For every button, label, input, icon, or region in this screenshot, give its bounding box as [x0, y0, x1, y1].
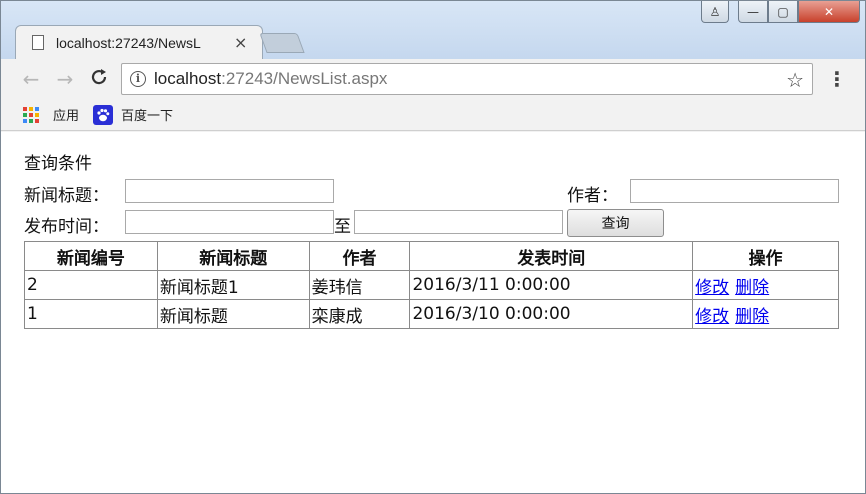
- back-arrow-icon[interactable]: ←: [19, 67, 43, 91]
- cell-actions: 修改 删除: [692, 270, 839, 300]
- publish-time-label: 发布时间：: [24, 217, 109, 237]
- cell-title: 新闻标题: [156, 299, 310, 329]
- cell-id: 1: [24, 299, 158, 329]
- cell-time: 2016/3/11 0:00:00: [409, 270, 694, 300]
- time-from-input[interactable]: [125, 210, 334, 234]
- apps-grid-dot: [29, 118, 33, 123]
- table-header-row: 新闻编号 新闻标题 作者 发表时间 操作: [24, 241, 839, 271]
- new-tab-button[interactable]: [259, 33, 305, 53]
- apps-grid-dot: [29, 106, 33, 111]
- header-news-id: 新闻编号: [24, 241, 158, 271]
- cell-author: 姜玮信: [308, 270, 411, 300]
- bookmark-apps[interactable]: 应用: [23, 105, 79, 124]
- apps-grid-icon: [23, 106, 39, 123]
- reload-glyph: [91, 69, 107, 85]
- apps-grid-dot: [23, 112, 27, 117]
- address-bar[interactable]: i localhost:27243/NewsList.aspx ☆: [121, 63, 813, 95]
- minimize-button[interactable]: —: [738, 1, 768, 23]
- url-path: :27243/NewsList.aspx: [221, 69, 388, 88]
- reload-icon[interactable]: [87, 67, 111, 91]
- page-content: 查询条件 新闻标题： 作者： 发布时间： 至 查询 新闻编号 新闻标题 作者 发…: [1, 132, 865, 493]
- browser-window: ♙ — ▢ ✕ localhost:27243/NewsL × ← → i lo…: [0, 0, 866, 494]
- title-bar: ♙ — ▢ ✕ localhost:27243/NewsL ×: [1, 1, 865, 61]
- document-icon: [32, 35, 44, 50]
- news-title-label: 新闻标题：: [24, 186, 109, 206]
- menu-icon[interactable]: ⋮: [827, 67, 847, 91]
- apps-grid-dot: [35, 106, 39, 111]
- header-actions: 操作: [692, 241, 839, 271]
- apps-grid-dot: [35, 118, 39, 123]
- close-window-button[interactable]: ✕: [798, 1, 860, 23]
- apps-grid-dot: [23, 106, 27, 111]
- tab-active[interactable]: localhost:27243/NewsL ×: [15, 25, 263, 59]
- query-button[interactable]: 查询: [567, 209, 664, 237]
- star-icon[interactable]: ☆: [786, 68, 804, 92]
- bookmarks-bar: 应用 百度一下: [1, 99, 865, 131]
- header-news-title: 新闻标题: [156, 241, 310, 271]
- apps-grid-dot: [35, 112, 39, 117]
- edit-link[interactable]: 修改: [695, 278, 729, 298]
- header-publish-time: 发表时间: [409, 241, 694, 271]
- info-icon[interactable]: i: [130, 71, 146, 87]
- cell-id: 2: [24, 270, 158, 300]
- cell-title: 新闻标题1: [156, 270, 310, 300]
- user-icon[interactable]: ♙: [701, 1, 729, 23]
- table-row: 1 新闻标题 栾康成 2016/3/10 0:00:00 修改 删除: [24, 299, 839, 329]
- table-row: 2 新闻标题1 姜玮信 2016/3/11 0:00:00 修改 删除: [24, 270, 839, 300]
- author-label: 作者：: [567, 186, 618, 206]
- header-author: 作者: [308, 241, 411, 271]
- news-title-input[interactable]: [125, 179, 334, 203]
- bookmark-baidu[interactable]: 百度一下: [93, 104, 174, 125]
- author-input[interactable]: [630, 179, 839, 203]
- edit-link[interactable]: 修改: [695, 307, 729, 327]
- cell-time: 2016/3/10 0:00:00: [409, 299, 694, 329]
- news-table: 新闻编号 新闻标题 作者 发表时间 操作 2 新闻标题1 姜玮信 2016/3/…: [24, 241, 839, 329]
- apps-grid-dot: [29, 112, 33, 117]
- tab-close-icon[interactable]: ×: [234, 33, 247, 52]
- delete-link[interactable]: 删除: [735, 307, 769, 327]
- maximize-button[interactable]: ▢: [768, 1, 798, 23]
- time-to-input[interactable]: [354, 210, 563, 234]
- url-host: localhost: [154, 69, 222, 88]
- cell-author: 栾康成: [308, 299, 411, 329]
- delete-link[interactable]: 删除: [735, 278, 769, 298]
- baidu-paw-icon: [93, 104, 114, 125]
- toolbar: ← → i localhost:27243/NewsList.aspx ☆ ⋮: [1, 59, 865, 99]
- bookmark-apps-label: 应用: [53, 109, 80, 124]
- apps-grid-dot: [23, 118, 27, 123]
- paw-glyph: [97, 108, 110, 121]
- tab-title: localhost:27243/NewsL: [56, 34, 201, 51]
- section-title: 查询条件: [24, 154, 92, 174]
- cell-actions: 修改 删除: [692, 299, 839, 329]
- time-to-label: 至: [334, 217, 351, 237]
- bookmark-baidu-label: 百度一下: [121, 109, 174, 124]
- forward-arrow-icon[interactable]: →: [53, 67, 77, 91]
